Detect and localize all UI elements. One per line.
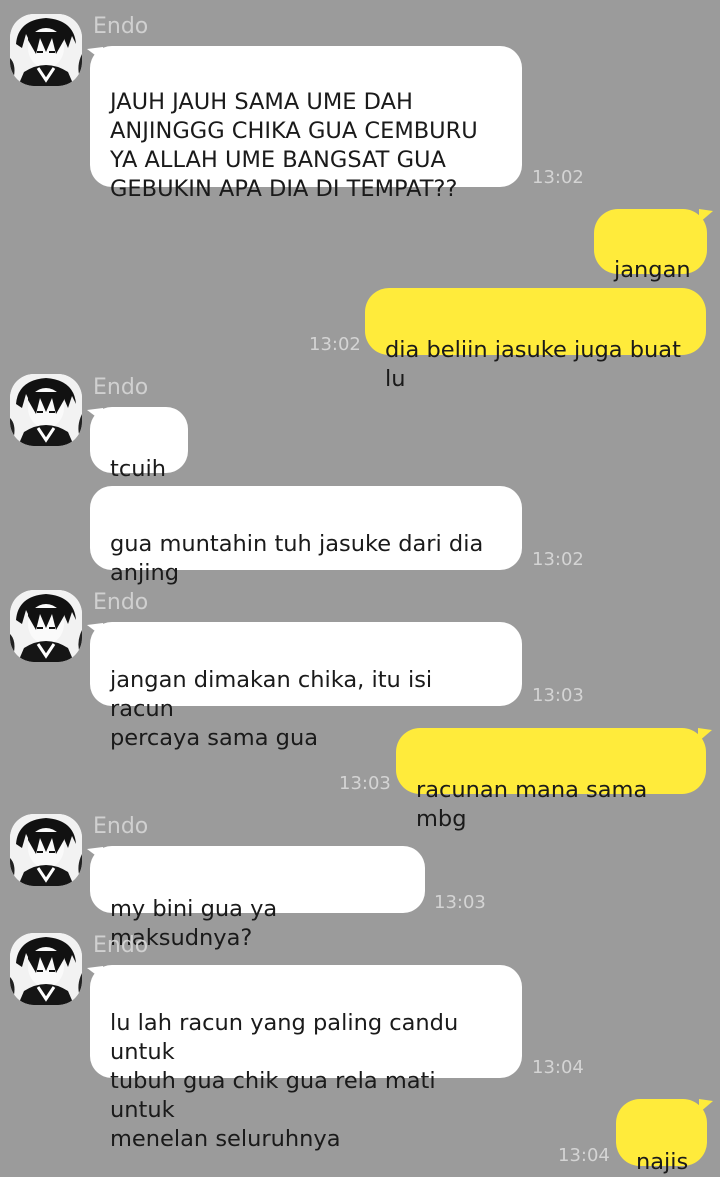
anime-character-avatar-icon	[10, 814, 82, 886]
anime-character-avatar-icon	[10, 14, 82, 86]
message-time: 13:03	[339, 773, 391, 794]
message-bubble[interactable]: gua muntahin tuh jasuke dari dia anjing	[90, 486, 522, 586]
message-text: lu lah racun yang paling candu untuk tub…	[110, 1010, 459, 1152]
avatar[interactable]	[10, 374, 82, 446]
message-bubble[interactable]: tcuih	[90, 407, 188, 482]
bubble-tail	[698, 728, 712, 742]
message-bubble[interactable]: jangan dimakan chika, itu isi racun perc…	[90, 622, 522, 751]
anime-character-avatar-icon	[10, 933, 82, 1005]
message-bubble[interactable]: my bini gua ya maksudnya?	[90, 846, 425, 951]
message-time: 13:04	[532, 1057, 584, 1078]
avatar[interactable]	[10, 590, 82, 662]
anime-character-avatar-icon	[10, 590, 82, 662]
avatar[interactable]	[10, 933, 82, 1005]
bubble-tail	[699, 209, 713, 223]
anime-character-avatar-icon	[10, 374, 82, 446]
message-time: 13:02	[532, 167, 584, 188]
message-text: jangan	[614, 257, 691, 283]
message-bubble[interactable]: najis	[616, 1099, 707, 1175]
message-text: gua muntahin tuh jasuke dari dia anjing	[110, 531, 484, 586]
sender-name: Endo	[93, 933, 149, 958]
message-bubble[interactable]: lu lah racun yang paling candu untuk tub…	[90, 965, 522, 1152]
message-text: racunan mana sama mbg	[416, 777, 648, 832]
message-text: tcuih	[110, 456, 166, 482]
message-time: 13:02	[309, 334, 361, 355]
message-bubble[interactable]: jangan	[594, 209, 707, 283]
sender-name: Endo	[93, 590, 149, 615]
message-bubble[interactable]: JAUH JAUH SAMA UME DAH ANJINGGG CHIKA GU…	[90, 46, 522, 202]
message-text: najis	[636, 1149, 689, 1175]
avatar[interactable]	[10, 14, 82, 86]
sender-name: Endo	[93, 814, 149, 839]
message-bubble[interactable]: dia beliin jasuke juga buat lu	[365, 288, 706, 392]
message-bubble[interactable]: racunan mana sama mbg	[396, 728, 706, 832]
message-text: jangan dimakan chika, itu isi racun perc…	[110, 667, 433, 751]
message-time: 13:03	[532, 685, 584, 706]
message-time: 13:04	[558, 1145, 610, 1166]
sender-name: Endo	[93, 14, 149, 39]
message-text: dia beliin jasuke juga buat lu	[385, 337, 681, 392]
bubble-tail	[699, 1099, 713, 1113]
message-time: 13:03	[434, 892, 486, 913]
message-text: JAUH JAUH SAMA UME DAH ANJINGGG CHIKA GU…	[110, 89, 478, 202]
message-time: 13:02	[532, 549, 584, 570]
avatar[interactable]	[10, 814, 82, 886]
sender-name: Endo	[93, 375, 149, 400]
